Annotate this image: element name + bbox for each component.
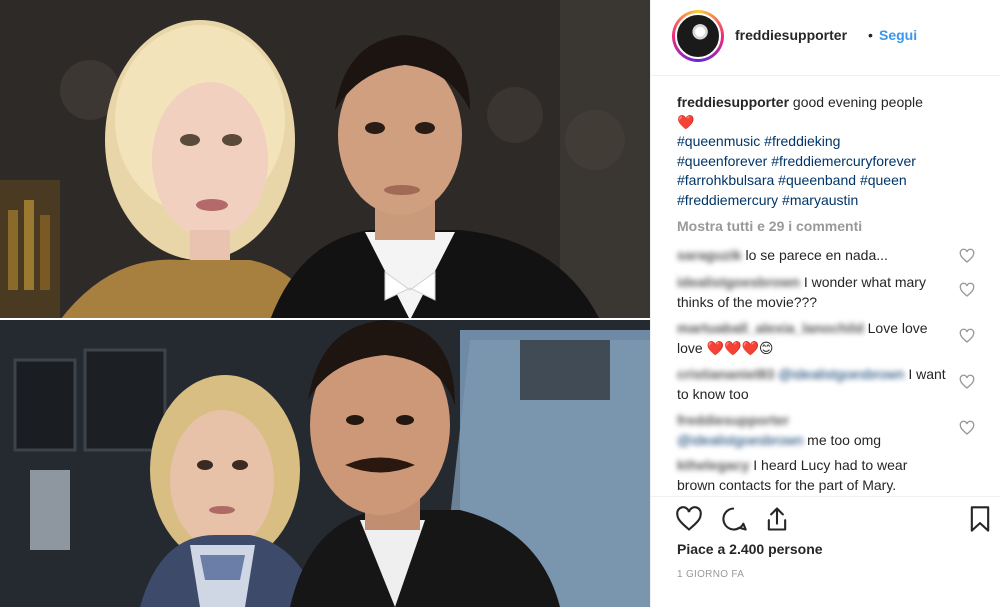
post-header: freddiesupporter • Segui [651,0,1000,76]
hashtag-link[interactable]: #maryaustin [782,192,858,208]
hashtag-link[interactable]: #queenforever [677,153,767,169]
post-sidebar: freddiesupporter • Segui freddiesupporte… [650,0,1000,607]
comment-like-heart-icon[interactable] [959,374,975,390]
hashtag-link[interactable]: #freddieking [764,133,840,149]
header-username[interactable]: freddiesupporter [735,27,847,43]
photo-top-half [0,0,650,320]
comment-username[interactable]: idealistgoesbrown [677,274,800,290]
hashtag-list: #queenmusic #freddieking #queenforever #… [677,133,916,208]
comment-mention[interactable]: @idealistgoesbrown [677,432,803,448]
comment-icon[interactable] [720,505,748,533]
comment-item: idealistgoesbrown I wonder what mary thi… [677,272,947,312]
comment-username[interactable]: kthelegacy [677,457,749,473]
avatar-ring[interactable] [672,10,724,62]
comment-item: cristiananiel83 @idealistgoesbrown I wan… [677,364,947,404]
hashtag-link[interactable]: #freddiemercury [677,192,778,208]
comment-item: kthelegacy I heard Lucy had to wear brow… [677,455,947,495]
post-caption: freddiesupporter good evening people ❤️ … [677,93,977,210]
caption-heart-emoji: ❤️ [677,113,695,130]
bookmark-icon[interactable] [966,505,994,533]
view-all-comments-link[interactable]: Mostra tutti e 29 i commenti [677,218,862,234]
follow-button[interactable]: Segui [879,27,917,43]
comment-like-heart-icon[interactable] [959,420,975,436]
avatar[interactable] [675,13,721,59]
comment-item: martuaball_alexia_lanochild Love love lo… [677,318,947,358]
photo-bottom-half [0,320,650,607]
comment-username[interactable]: cristiananiel83 [677,366,774,382]
hashtag-link[interactable]: #queen [860,172,907,188]
share-icon[interactable] [763,505,791,533]
photo-bottom-illustration [0,320,650,607]
comment-like-heart-icon[interactable] [959,282,975,298]
comment-mention[interactable]: @idealistgoesbrown [778,366,904,382]
post-actions: Piace a 2.400 persone 1 GIORNO FA [651,496,1000,607]
post-photo[interactable] [0,0,650,607]
comment-emoji: ❤️❤️❤️😊 [706,340,774,356]
comment-item: freddiesupporter @idealistgoesbrown me t… [677,410,947,450]
heart-icon[interactable] [675,505,703,533]
comment-text: me too omg [807,432,882,448]
hashtag-link[interactable]: #queenmusic [677,133,760,149]
post-timestamp: 1 GIORNO FA [677,569,745,580]
comment-username[interactable]: martuaball_alexia_lanochild [677,320,864,336]
comment-like-heart-icon[interactable] [959,328,975,344]
hashtag-link[interactable]: #queenband [778,172,856,188]
comment-username[interactable]: freddiesupporter [677,412,789,428]
likes-count[interactable]: Piace a 2.400 persone [677,541,823,557]
comment-username[interactable]: saraguzik [677,247,742,263]
hashtag-link[interactable]: #freddiemercuryforever [771,153,916,169]
photo-top-illustration [0,0,650,320]
header-separator-dot: • [868,27,873,43]
comment-text: lo se parece en nada... [745,247,888,263]
comment-like-heart-icon[interactable] [959,248,975,264]
comment-item: saraguzik lo se parece en nada... [677,245,947,265]
hashtag-link[interactable]: #farrohkbulsara [677,172,774,188]
comments-section[interactable]: freddiesupporter good evening people ❤️ … [651,77,1000,495]
caption-text: good evening people [792,94,923,110]
caption-username[interactable]: freddiesupporter [677,94,789,110]
